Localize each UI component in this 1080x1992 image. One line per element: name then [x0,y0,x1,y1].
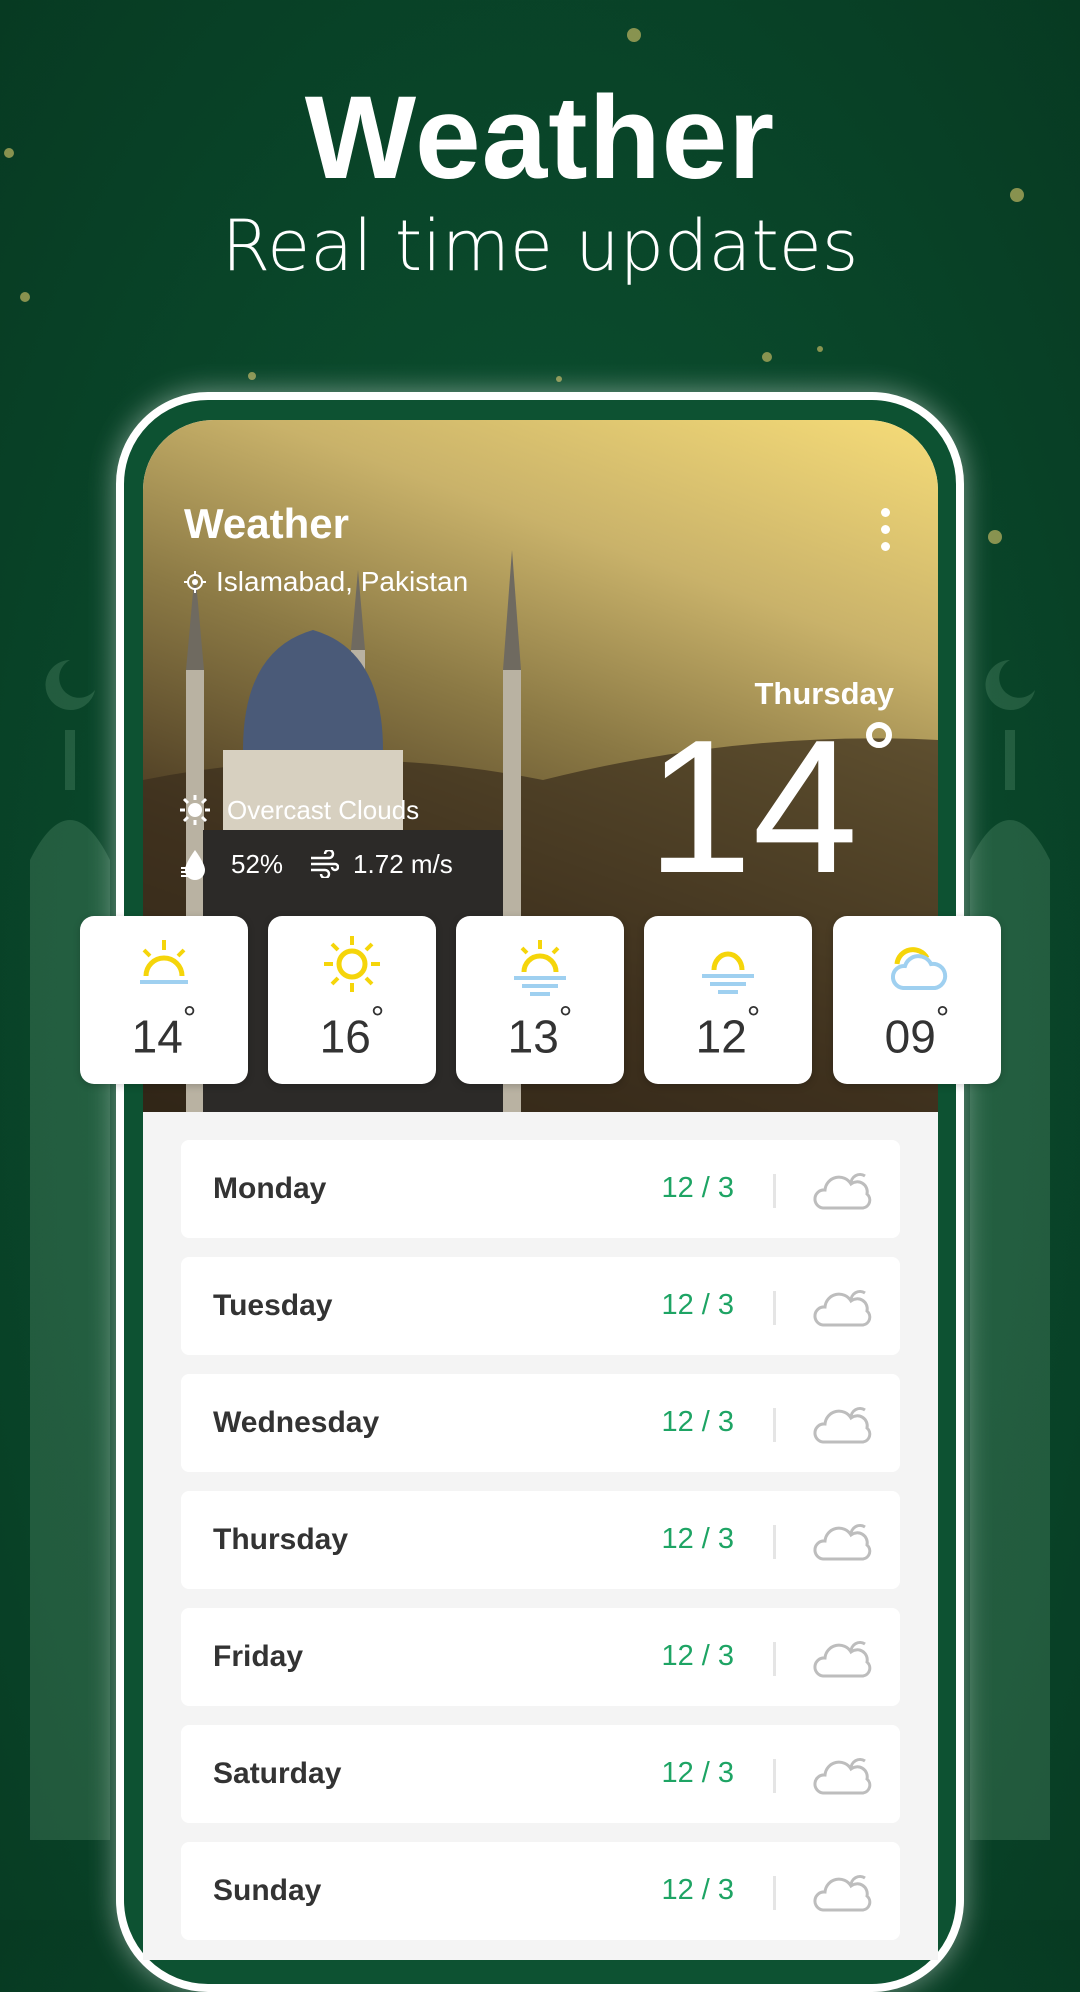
day-name: Monday [213,1172,327,1205]
cloud-icon [813,1289,872,1327]
daily-row[interactable]: Thursday 12 / 3 [181,1491,900,1589]
day-name: Wednesday [213,1406,380,1439]
sun-icon [180,795,210,825]
divider [773,1876,776,1910]
day-name: Sunday [213,1874,322,1907]
cloud-icon [813,1640,872,1678]
degree-symbol [866,722,892,748]
condition: Overcast Clouds [179,794,419,826]
location-text: Islamabad, Pakistan [216,566,469,597]
wind-icon [311,850,340,878]
divider [773,1525,776,1559]
divider [773,1759,776,1793]
divider [773,1291,776,1325]
humidity-value: 52% [231,848,284,879]
cloud-icon [813,1523,872,1561]
daily-row[interactable]: Sunday 12 / 3 [181,1842,900,1940]
location[interactable]: Islamabad, Pakistan [184,566,468,598]
hourly-temp: 09° [884,1000,950,1063]
app-title: Weather [184,500,349,547]
hourly-temp: 12° [695,1000,761,1063]
sun-haze-icon [514,940,566,996]
temp-range: 12 / 3 [661,1640,734,1672]
daily-row[interactable]: Tuesday 12 / 3 [181,1257,900,1355]
hourly-card[interactable]: 12° [644,916,812,1084]
divider [773,1174,776,1208]
hourly-temp: 16° [319,1000,385,1063]
partly-cloudy-icon [890,947,948,990]
temp-range: 12 / 3 [661,1289,734,1321]
daily-list: Monday 12 / 3 Tuesday 12 / 3 Wednesday 12 / 3… [143,1112,938,1960]
weather-stats: 52% 1.72 m/s [179,848,453,880]
more-menu-icon[interactable] [878,508,892,551]
daily-row[interactable]: Saturday 12 / 3 [181,1725,900,1823]
daily-row[interactable]: Friday 12 / 3 [181,1608,900,1706]
temp-range: 12 / 3 [661,1172,734,1204]
hourly-temp: 14° [131,1000,197,1063]
mosque-silhouette-left [30,660,110,1840]
hourly-card[interactable]: 13° [456,916,624,1084]
temp-range: 12 / 3 [661,1406,734,1438]
temp-range: 12 / 3 [661,1874,734,1906]
sun-icon [324,936,380,992]
daily-row[interactable]: Wednesday 12 / 3 [181,1374,900,1472]
current-temperature: 14 [646,701,858,913]
day-name: Tuesday [213,1289,333,1322]
temp-range: 12 / 3 [661,1757,734,1789]
cloud-icon [813,1757,872,1795]
humidity-icon [181,850,205,880]
temp-range: 12 / 3 [661,1523,734,1555]
divider [773,1408,776,1442]
mosque-silhouette-right [970,660,1050,1840]
wind-value: 1.72 m/s [353,848,453,879]
hourly-card[interactable]: 09° [833,916,1001,1084]
divider [773,1642,776,1676]
hourly-card[interactable]: 16° [268,916,436,1084]
day-name: Friday [213,1640,304,1673]
hourly-temp: 13° [507,1000,573,1063]
phone-screen: Weather Islamabad, Pakistan Thursday 14 … [143,420,938,1960]
daily-row[interactable]: Monday 12 / 3 [181,1140,900,1238]
cloud-icon [813,1172,872,1210]
promo-title: Weather [304,72,776,204]
day-name: Thursday [213,1523,349,1556]
hourly-card[interactable]: 14° [80,916,248,1084]
promo-subtitle: Real time updates [221,205,859,287]
sunset-haze-icon [702,951,754,994]
sunrise-icon [140,940,188,984]
day-name: Saturday [213,1757,342,1790]
location-target-icon [184,571,206,593]
condition-text: Overcast Clouds [227,794,420,825]
cloud-icon [813,1874,872,1912]
cloud-icon [813,1406,872,1444]
